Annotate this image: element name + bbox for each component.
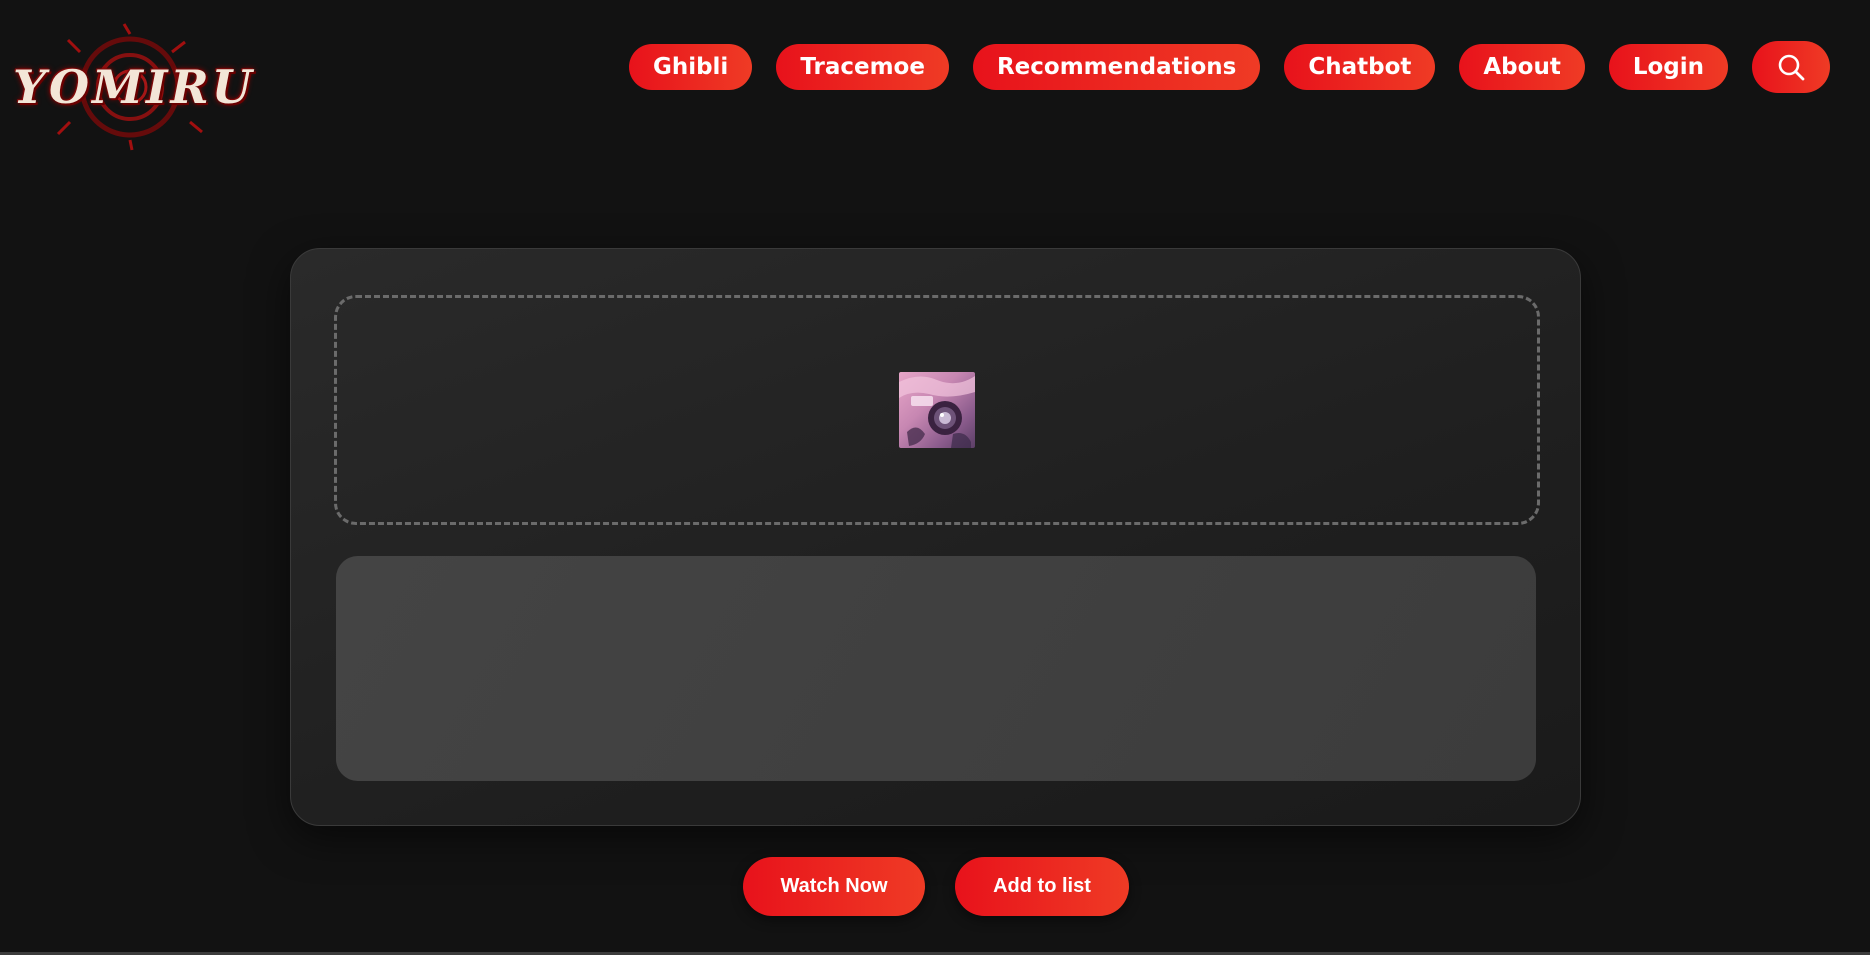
nav-recommendations-button[interactable]: Recommendations: [972, 43, 1261, 90]
search-icon: [1778, 54, 1805, 80]
add-to-list-button[interactable]: Add to list: [955, 857, 1129, 916]
nav-ghibli-button[interactable]: Ghibli: [628, 43, 753, 90]
upload-card: [290, 248, 1581, 826]
result-panel: [336, 556, 1536, 781]
image-dropzone[interactable]: [334, 295, 1540, 525]
logo-text: YOMIRU: [13, 60, 255, 114]
nav-about-button[interactable]: About: [1459, 43, 1585, 90]
nav-chatbot-button[interactable]: Chatbot: [1284, 43, 1436, 90]
top-nav: Ghibli Tracemoe Recommendations Chatbot …: [628, 40, 1830, 93]
site-logo[interactable]: YOMIRU: [13, 22, 252, 152]
action-buttons: Watch Now Add to list: [743, 857, 1129, 916]
nav-tracemoe-button[interactable]: Tracemoe: [776, 43, 949, 90]
watch-now-button[interactable]: Watch Now: [743, 857, 925, 916]
camera-icon: [899, 376, 975, 448]
search-button[interactable]: [1752, 40, 1830, 93]
nav-login-button[interactable]: Login: [1608, 43, 1728, 90]
camera-image-thumbnail: [899, 372, 975, 448]
